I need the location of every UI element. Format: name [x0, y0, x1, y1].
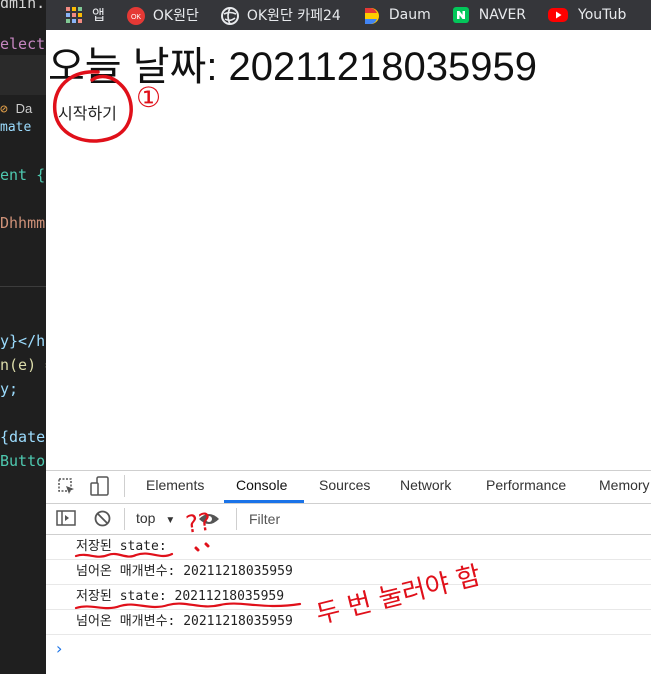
toolbar-divider	[124, 475, 125, 497]
bookmark-youtube[interactable]: YouTub	[548, 7, 626, 23]
tab-memory[interactable]: Memory	[599, 477, 650, 493]
clear-console-icon[interactable]	[94, 510, 111, 531]
editor-tab-bar	[0, 55, 46, 95]
svg-text:OK: OK	[131, 14, 141, 21]
filter-box	[236, 508, 651, 530]
console-log-row: 저장된 state:	[46, 535, 651, 560]
bookmark-daum[interactable]: Daum	[363, 7, 431, 24]
bookmark-label: OK원단 카페24	[246, 8, 341, 24]
editor-line: mate	[0, 120, 32, 135]
editor-line: Dhhmms	[0, 214, 46, 232]
console-toolbar: top ▼	[46, 504, 651, 535]
bookmarks-bar: 앱 OK OK원단 OK원단 카페24 Daum NAVER YouTub	[46, 0, 651, 30]
tab-elements[interactable]: Elements	[146, 477, 204, 493]
daum-logo-icon	[363, 7, 379, 24]
naver-logo-icon	[452, 7, 469, 23]
editor-line: y;	[0, 380, 19, 398]
bookmark-label: NAVER	[478, 7, 527, 23]
editor-line: ent {	[0, 166, 46, 184]
bookmark-label: OK원단	[152, 8, 199, 24]
devtools-panel: Elements Console Sources Network Perform…	[46, 470, 651, 675]
page-viewport: 오늘 날짜: 20211218035959 시작하기	[46, 30, 651, 470]
start-button[interactable]: 시작하기	[58, 100, 117, 124]
toolbar-divider	[124, 508, 125, 530]
tab-performance[interactable]: Performance	[486, 477, 566, 493]
tab-console[interactable]: Console	[236, 477, 287, 493]
bookmark-apps[interactable]: 앱	[66, 5, 105, 25]
apps-grid-icon	[66, 7, 82, 23]
tab-sources[interactable]: Sources	[319, 477, 370, 493]
editor-divider	[0, 286, 46, 307]
devtools-tab-bar: Elements Console Sources Network Perform…	[46, 471, 651, 504]
editor-line: y}</h	[0, 332, 46, 350]
globe-icon	[220, 7, 239, 25]
inspect-element-icon[interactable]	[58, 478, 76, 500]
sidebar-toggle-icon[interactable]	[56, 510, 76, 530]
bookmark-label: Daum	[388, 7, 431, 23]
editor-line: elect	[0, 35, 46, 53]
editor-line: {date}	[0, 428, 46, 446]
live-expression-eye-icon[interactable]	[198, 512, 220, 530]
console-log-row: 넘어온 매개변수: 20211218035959	[46, 610, 651, 635]
console-log-row: 저장된 state: 20211218035959	[46, 585, 651, 610]
tab-network[interactable]: Network	[400, 477, 451, 493]
page-title: 오늘 날짜: 20211218035959	[48, 45, 538, 89]
editor-line: n(e) =	[0, 356, 46, 374]
code-editor-panel: dmin.c elect ⊘ Da mate ent { Dhhmms y}</…	[0, 0, 46, 674]
bookmark-label: 앱	[92, 8, 105, 24]
bookmark-ok-wondan-cafe24[interactable]: OK원단 카페24	[220, 5, 341, 25]
editor-line: dmin.c	[0, 0, 46, 12]
console-output: 저장된 state: 넘어온 매개변수: 20211218035959 저장된 …	[46, 535, 651, 635]
active-tab-indicator	[224, 500, 304, 503]
context-selector[interactable]: top ▼	[136, 510, 175, 526]
bookmark-label: YouTub	[578, 7, 627, 23]
editor-line: Butto	[0, 452, 46, 470]
device-toolbar-icon[interactable]	[90, 476, 110, 500]
context-label: top	[136, 510, 156, 526]
youtube-logo-icon	[548, 8, 569, 22]
ok-logo-icon: OK	[126, 7, 145, 25]
console-log-row: 넘어온 매개변수: 20211218035959	[46, 560, 651, 585]
filter-input[interactable]	[247, 510, 631, 528]
console-prompt[interactable]: ›	[56, 639, 62, 658]
bookmark-naver[interactable]: NAVER	[452, 7, 527, 23]
bookmark-ok-wondan[interactable]: OK OK원단	[126, 5, 199, 25]
editor-line: ⊘ Da	[0, 101, 33, 117]
dropdown-arrow-icon: ▼	[165, 515, 176, 526]
